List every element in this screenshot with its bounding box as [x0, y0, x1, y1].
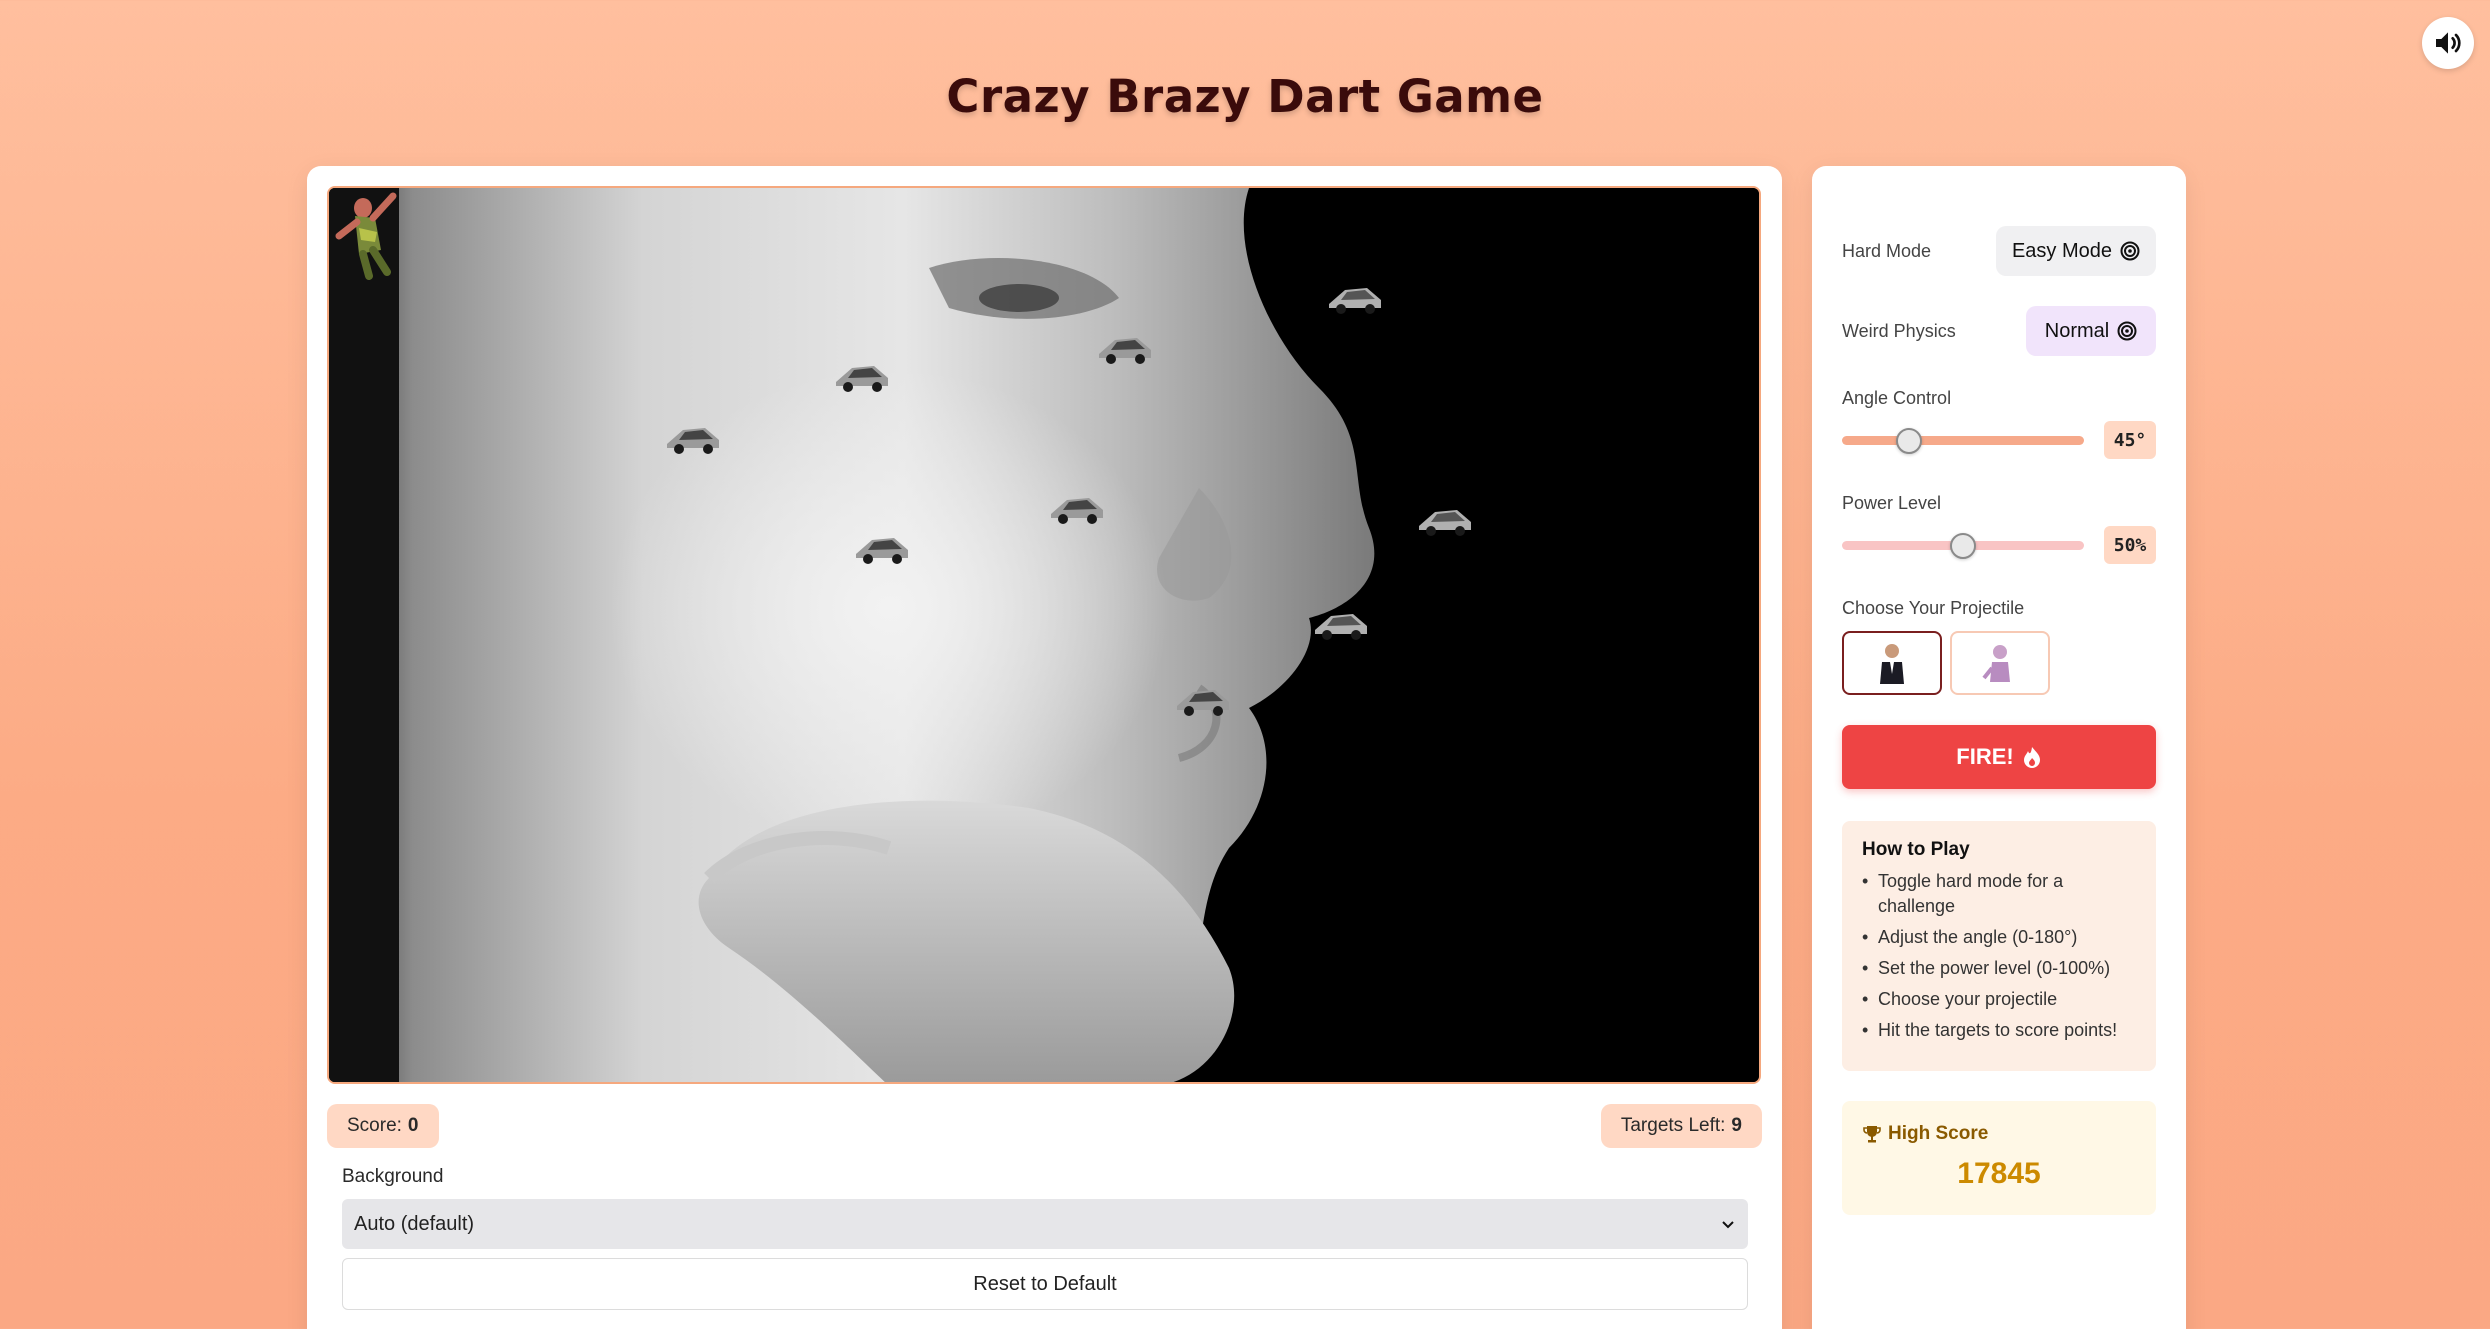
cybertruck-target — [1419, 510, 1471, 536]
hard-mode-label: Hard Mode — [1842, 241, 1932, 261]
targets-left-display: Targets Left: 9 — [1600, 1104, 1762, 1148]
background-face-image — [329, 188, 1759, 1082]
high-score-card: High Score 17845 — [1842, 1101, 2156, 1215]
cybertruck-target — [1051, 498, 1103, 524]
background-label: Background — [342, 1166, 444, 1187]
targets-left-label: Targets Left: — [1620, 1115, 1726, 1136]
projectile-option-suit[interactable] — [1842, 631, 1942, 695]
target-icon — [2120, 241, 2140, 261]
power-value: 50% — [2104, 526, 2156, 564]
cybertruck-target — [1315, 614, 1367, 640]
launcher-character — [335, 192, 397, 280]
how-to-play-card: How to Play Toggle hard mode for a chall… — [1842, 821, 2156, 1071]
projectile-option-creature[interactable] — [1950, 631, 2050, 695]
weird-physics-value: Normal — [2044, 319, 2110, 342]
high-score-value: 17845 — [1957, 1157, 2041, 1190]
cybertruck-target — [836, 366, 888, 392]
hard-mode-toggle[interactable]: Easy Mode — [1996, 226, 2156, 276]
fire-button[interactable]: FIRE! — [1842, 725, 2156, 789]
trophy-icon — [1863, 1126, 1881, 1143]
angle-slider-thumb[interactable] — [1896, 428, 1922, 454]
how-to-play-item: Choose your projectile — [1862, 987, 2136, 1012]
projectile-label: Choose Your Projectile — [1842, 598, 2025, 618]
how-to-play-heading: How to Play — [1862, 839, 1970, 860]
reset-button[interactable]: Reset to Default — [342, 1258, 1748, 1310]
fire-label: FIRE! — [1956, 744, 2014, 769]
chevron-down-icon — [1722, 1221, 1734, 1229]
weird-physics-toggle[interactable]: Normal — [2026, 306, 2156, 356]
score-value: 0 — [407, 1115, 419, 1136]
score-display: Score: 0 — [327, 1104, 439, 1148]
game-panel: Score: 0 Targets Left: 9 Background Auto… — [307, 166, 1782, 1329]
how-to-play-item: Set the power level (0-100%) — [1862, 956, 2136, 981]
targets-left-value: 9 — [1731, 1115, 1742, 1136]
weird-physics-label: Weird Physics — [1842, 321, 1956, 341]
how-to-play-item: Hit the targets to score points! — [1862, 1018, 2136, 1043]
angle-control-label: Angle Control — [1842, 388, 1952, 408]
score-label: Score: — [347, 1115, 402, 1136]
page-title: Crazy Brazy Dart Game — [946, 70, 1544, 123]
how-to-play-item: Toggle hard mode for a challenge — [1862, 869, 2136, 919]
cybertruck-target — [1329, 288, 1381, 314]
cybertruck-target — [856, 538, 908, 564]
pink-creature-icon — [1982, 645, 2010, 682]
angle-slider[interactable] — [1842, 436, 2084, 445]
sound-toggle-button[interactable] — [2422, 17, 2474, 69]
game-canvas[interactable] — [327, 186, 1761, 1084]
cybertruck-target — [1099, 338, 1151, 364]
angle-value: 45° — [2104, 421, 2156, 459]
high-score-label: High Score — [1888, 1123, 1989, 1144]
fire-icon — [2023, 747, 2040, 768]
man-in-suit-icon — [1880, 644, 1904, 684]
power-slider-thumb[interactable] — [1950, 533, 1976, 559]
power-level-label: Power Level — [1842, 493, 1942, 513]
background-selected-value: Auto (default) — [354, 1212, 475, 1235]
controls-panel: Hard Mode Easy Mode Weird Physics Normal… — [1812, 166, 2186, 1329]
volume-icon — [2436, 32, 2461, 54]
cybertruck-target — [1177, 690, 1229, 716]
cybertruck-target — [667, 428, 719, 454]
background-select[interactable]: Auto (default) — [342, 1199, 1748, 1249]
target-icon — [2117, 321, 2137, 341]
how-to-play-item: Adjust the angle (0-180°) — [1862, 925, 2136, 950]
hard-mode-value: Easy Mode — [2011, 239, 2113, 262]
